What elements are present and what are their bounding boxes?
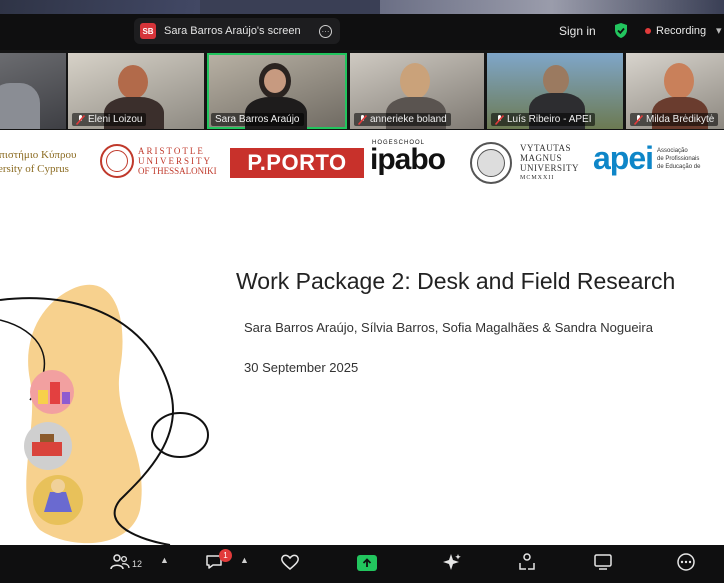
more-button[interactable]: [676, 553, 696, 583]
recording-label: Recording: [656, 25, 707, 37]
slide-authors: Sara Barros Araújo, Sílvia Barros, Sofia…: [244, 320, 653, 335]
participant-name-label: Luís Ribeiro - APEI: [491, 113, 596, 126]
sparkle-icon: [443, 554, 461, 570]
slide-title: Work Package 2: Desk and Field Research: [236, 268, 676, 294]
partner-logos-row: Πανεπιστήμιο Κύπρου University of Cyprus…: [0, 130, 724, 192]
reactions-button[interactable]: [280, 553, 300, 583]
participant-tile[interactable]: Milda Brėdikytė: [626, 53, 724, 129]
view-options-icon[interactable]: ▾: [716, 24, 722, 37]
background-top: [380, 0, 724, 14]
participant-tile[interactable]: Luís Ribeiro - APEI: [487, 53, 623, 129]
mic-muted-icon: [358, 114, 367, 125]
logo-porto: P.PORTO: [230, 148, 364, 178]
participants-button[interactable]: 12: [110, 553, 142, 583]
logo-vytautas-magnus-university: VYTAUTAS MAGNUS UNIVERSITY MCMXXII: [470, 142, 579, 184]
share-screen-button[interactable]: [357, 555, 377, 571]
participants-count: 12: [132, 559, 143, 569]
apps-icon: [519, 553, 535, 570]
logo-university-of-cyprus: Πανεπιστήμιο Κύπρου University of Cyprus: [0, 149, 77, 175]
monitor-icon: [594, 554, 612, 570]
apps-button[interactable]: [517, 553, 537, 583]
screen-share-label: Sara Barros Araújo's screen: [164, 25, 301, 37]
screen-share-indicator[interactable]: SB Sara Barros Araújo's screen ···: [134, 18, 340, 44]
share-arrow-icon: [362, 558, 372, 567]
participant-tile-active-speaker[interactable]: Sara Barros Araújo: [207, 53, 347, 129]
aristotle-seal-icon: [100, 144, 134, 178]
mic-muted-icon: [495, 114, 504, 125]
logo-ipabo: HOGESCHOOL ipabo: [370, 140, 446, 176]
chat-options-chevron-up-icon[interactable]: ▲: [240, 555, 249, 565]
participant-name-label: Milda Brėdikytė: [630, 113, 719, 126]
sign-in-link[interactable]: Sign in: [559, 24, 596, 38]
security-shield-icon[interactable]: [613, 22, 629, 39]
participant-name-label: annerieke boland: [354, 113, 451, 126]
participants-options-chevron-up-icon[interactable]: ▲: [160, 555, 169, 565]
meeting-top-bar: SB Sara Barros Araújo's screen ··· Sign …: [0, 14, 724, 50]
participant-name-label: Sara Barros Araújo: [211, 113, 304, 126]
slide-date: 30 September 2025: [244, 360, 359, 375]
participant-strip: Eleni Loizou Sara Barros Araújo anneriek…: [0, 50, 724, 130]
slide-decoration-illustration: [0, 284, 209, 545]
meeting-toolbar: 12 ▲ 1 ▲: [0, 545, 724, 583]
more-horizontal-icon: [677, 553, 695, 571]
mic-muted-icon: [76, 114, 85, 125]
sharer-avatar: SB: [140, 23, 156, 39]
recording-dot-icon: [645, 28, 651, 34]
shared-screen-slide: Πανεπιστήμιο Κύπρου University of Cyprus…: [0, 130, 724, 545]
recording-indicator[interactable]: Recording: [645, 25, 706, 37]
vmu-seal-icon: [470, 142, 512, 184]
ai-companion-button[interactable]: [442, 553, 462, 583]
heart-icon: [281, 554, 299, 570]
participant-tile[interactable]: Eleni Loizou: [68, 53, 204, 129]
mic-muted-icon: [634, 114, 643, 125]
chat-button[interactable]: 1: [205, 549, 232, 583]
logo-aristotle-university: ARISTOTLE UNIVERSITY OF THESSALONIKI: [100, 144, 217, 178]
participant-tile-partial[interactable]: [0, 53, 66, 129]
participant-tile[interactable]: annerieke boland: [350, 53, 484, 129]
more-options-icon[interactable]: ···: [319, 24, 332, 38]
whiteboards-button[interactable]: [593, 553, 613, 583]
chat-unread-badge: 1: [219, 549, 232, 562]
participant-name-label: Eleni Loizou: [72, 113, 147, 126]
logo-apei: apei Associação de Profissionais de Educ…: [593, 140, 701, 176]
participants-icon: [110, 554, 130, 570]
